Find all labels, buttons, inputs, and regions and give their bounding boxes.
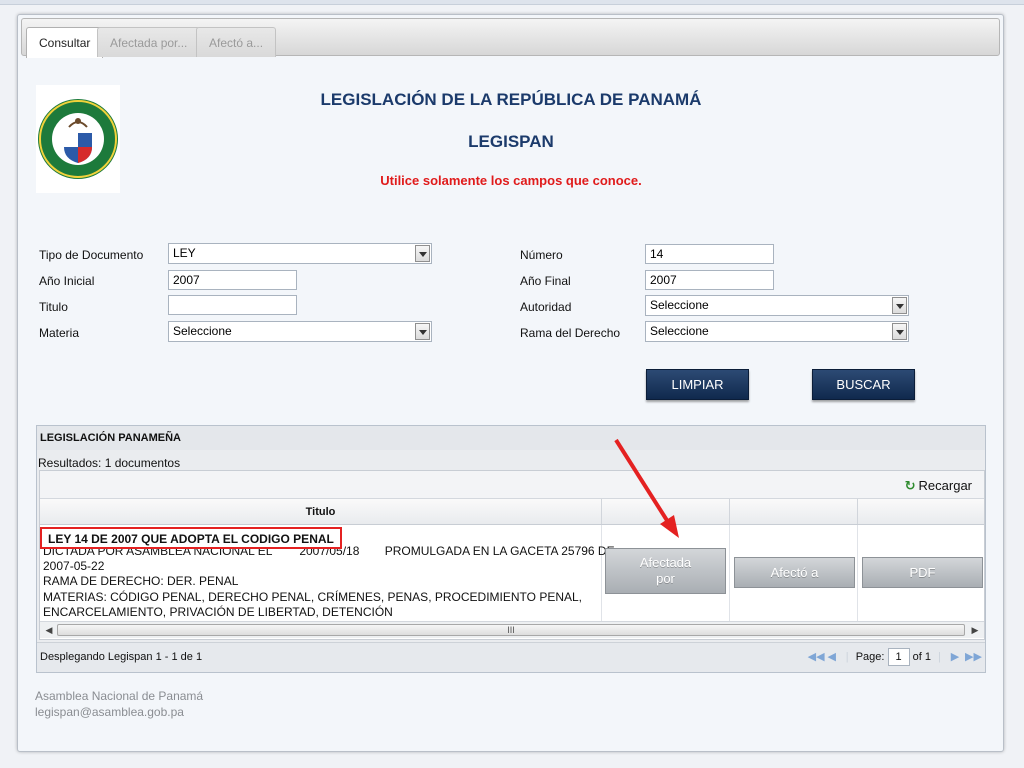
- column-header-afectada: [602, 499, 730, 524]
- numero-label: Número: [520, 248, 563, 262]
- limpiar-button[interactable]: LIMPIAR: [646, 369, 749, 400]
- results-panel: LEGISLACIÓN PANAMEÑA Resultados: 1 docum…: [36, 425, 986, 673]
- column-header-pdf: [858, 499, 984, 524]
- table-row: DICTADA POR ASAMBLEA NACIONAL EL 2007/05…: [40, 525, 984, 621]
- tab-afectada-por[interactable]: Afectada por...: [97, 27, 201, 57]
- page-title: LEGISLACIÓN DE LA REPÚBLICA DE PANAMÁ: [320, 90, 702, 109]
- row-gaceta-date: 2007-05-22: [43, 559, 105, 573]
- column-divider: [729, 525, 730, 621]
- rama-derecho-select[interactable]: Seleccione: [645, 321, 909, 342]
- tab-afecto-a[interactable]: Afectó a...: [196, 27, 277, 57]
- dropdown-arrow-icon[interactable]: [892, 323, 907, 340]
- coat-of-arms-icon: [38, 99, 118, 179]
- tipo-documento-label: Tipo de Documento: [39, 248, 144, 262]
- footer-org: Asamblea Nacional de Panamá: [35, 689, 204, 703]
- instruction-note: Utilice solamente los campos que conoce.: [380, 173, 642, 188]
- row-materias: MATERIAS: CÓDIGO PENAL, DERECHO PENAL, C…: [43, 590, 582, 604]
- reload-label: Recargar: [918, 478, 972, 493]
- afectada-por-button[interactable]: Afectada por: [605, 548, 726, 594]
- first-page-icon[interactable]: ◀◀: [808, 650, 825, 663]
- row-title[interactable]: LEY 14 DE 2007 QUE ADOPTA EL CODIGO PENA…: [40, 527, 342, 549]
- column-header-titulo[interactable]: Titulo: [40, 499, 602, 524]
- anio-inicial-label: Año Inicial: [39, 274, 95, 288]
- materia-select[interactable]: Seleccione: [168, 321, 432, 342]
- horizontal-scrollbar[interactable]: ◀ III ▶: [40, 621, 984, 638]
- column-divider: [601, 525, 602, 621]
- pdf-button[interactable]: PDF: [862, 557, 983, 588]
- results-count: Resultados: 1 documentos: [38, 456, 181, 470]
- afectada-por-label-1: Afectada: [639, 555, 692, 570]
- window-top-edge: [0, 0, 1024, 5]
- afectada-por-label-2: por: [656, 571, 675, 586]
- numero-input[interactable]: 14: [645, 244, 774, 264]
- results-grid: ↻ Recargar Titulo DICTADA POR ASAMBLEA NA…: [39, 470, 985, 640]
- dropdown-arrow-icon[interactable]: [892, 297, 907, 314]
- afecto-a-button[interactable]: Afectó a: [734, 557, 855, 588]
- materia-label: Materia: [39, 326, 80, 340]
- row-materias-cont: ENCARCELAMIENTO, PRIVACIÓN DE LIBERTAD, …: [43, 605, 393, 619]
- tab-bar: Consultar Afectada por... Afectó a...: [21, 18, 1000, 58]
- autoridad-value: Seleccione: [650, 298, 709, 312]
- autoridad-select[interactable]: Seleccione: [645, 295, 909, 316]
- next-page-icon[interactable]: ▶: [948, 650, 962, 663]
- page-label: Page:: [855, 651, 885, 663]
- rama-derecho-label: Rama del Derecho: [520, 326, 621, 340]
- tipo-documento-value: LEY: [173, 246, 196, 260]
- refresh-icon: ↻: [904, 478, 916, 493]
- row-gaceta: PROMULGADA EN LA GACETA 25796 DE: [384, 544, 615, 558]
- pager-controls: ◀◀ ◀ | Page: 1 of 1 | ▶ ▶▶: [808, 648, 982, 668]
- row-rama: RAMA DE DERECHO: DER. PENAL: [43, 574, 239, 588]
- rama-derecho-value: Seleccione: [650, 324, 709, 338]
- page-number-input[interactable]: 1: [887, 648, 910, 666]
- column-header-afecto: [730, 499, 858, 524]
- page-subtitle: LEGISPAN: [468, 132, 554, 151]
- autoridad-label: Autoridad: [520, 300, 572, 314]
- column-divider: [857, 525, 858, 621]
- last-page-icon[interactable]: ▶▶: [965, 650, 982, 663]
- pager-info: Desplegando Legispan 1 - 1 de 1: [40, 651, 203, 663]
- pager-bar: Desplegando Legispan 1 - 1 de 1 ◀◀ ◀ | P…: [37, 642, 985, 672]
- pager-divider: |: [938, 651, 941, 663]
- materia-value: Seleccione: [173, 324, 232, 338]
- titulo-label: Titulo: [39, 300, 68, 314]
- dropdown-arrow-icon[interactable]: [415, 323, 430, 340]
- titulo-input[interactable]: [168, 295, 297, 315]
- tab-consultar[interactable]: Consultar: [26, 27, 104, 58]
- grid-toolbar: ↻ Recargar: [40, 471, 984, 499]
- grid-header: Titulo: [40, 499, 984, 525]
- anio-inicial-input[interactable]: 2007: [168, 270, 297, 290]
- scroll-left-icon[interactable]: ◀: [42, 624, 56, 636]
- scroll-right-icon[interactable]: ▶: [968, 624, 982, 636]
- page-of-label: of 1: [912, 651, 931, 663]
- asamblea-logo: [36, 85, 120, 193]
- anio-final-label: Año Final: [520, 274, 571, 288]
- results-panel-title: LEGISLACIÓN PANAMEÑA: [37, 426, 985, 450]
- dropdown-arrow-icon[interactable]: [415, 245, 430, 262]
- pager-divider: |: [845, 651, 849, 663]
- reload-button[interactable]: ↻ Recargar: [905, 478, 972, 494]
- buscar-button[interactable]: BUSCAR: [812, 369, 915, 400]
- prev-page-icon[interactable]: ◀: [825, 650, 839, 663]
- scroll-thumb[interactable]: III: [57, 624, 965, 636]
- footer-email[interactable]: legispan@asamblea.gob.pa: [35, 705, 184, 719]
- anio-final-input[interactable]: 2007: [645, 270, 774, 290]
- tipo-documento-select[interactable]: LEY: [168, 243, 432, 264]
